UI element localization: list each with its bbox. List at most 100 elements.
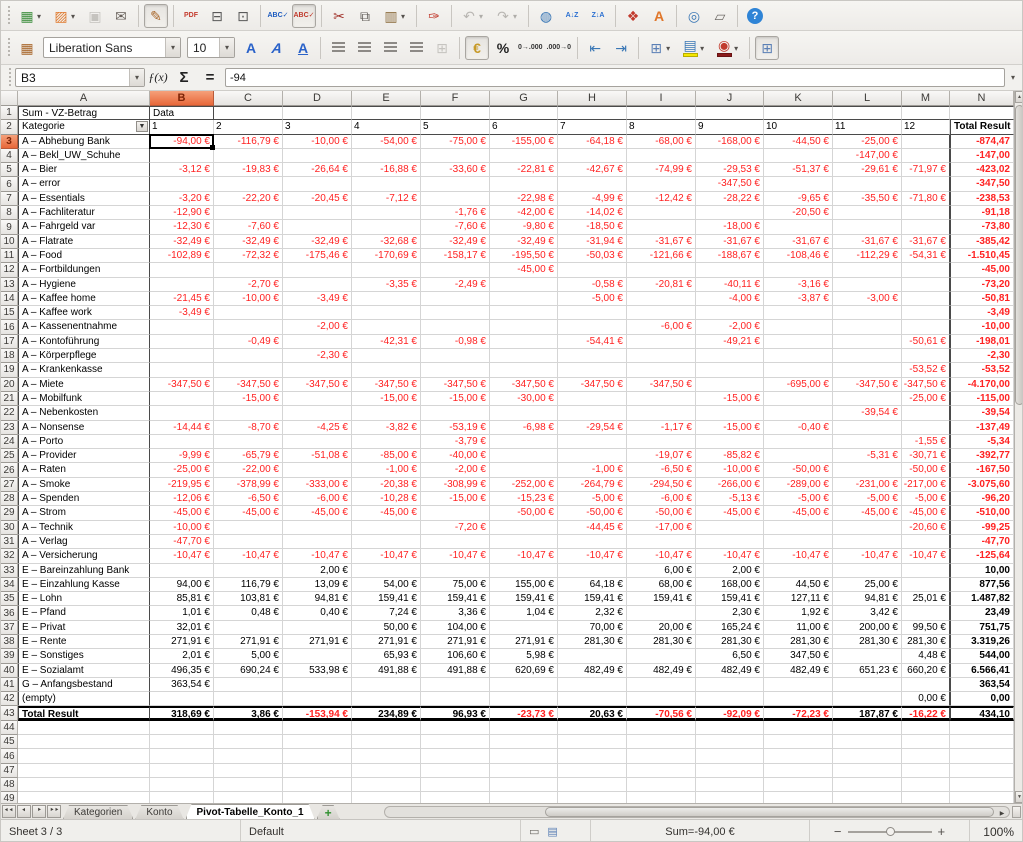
- value-cell[interactable]: [833, 421, 902, 435]
- empty-cell[interactable]: [283, 735, 352, 749]
- value-cell[interactable]: [214, 621, 283, 635]
- value-cell[interactable]: -54,41 €: [558, 335, 627, 349]
- dropdown-arrow-icon[interactable]: ▾: [401, 12, 409, 21]
- value-cell[interactable]: -9,99 €: [150, 449, 214, 463]
- value-cell[interactable]: [627, 335, 696, 349]
- value-cell[interactable]: [833, 392, 902, 406]
- value-cell[interactable]: -4,99 €: [558, 192, 627, 206]
- scroll-right-icon[interactable]: ▶: [996, 808, 1008, 818]
- value-cell[interactable]: -45,00 €: [214, 506, 283, 520]
- paste-button[interactable]: ▥▾: [379, 4, 403, 28]
- value-cell[interactable]: -347,50 €: [627, 378, 696, 392]
- percent-button[interactable]: %: [491, 36, 515, 60]
- value-cell[interactable]: -2,00 €: [696, 320, 764, 334]
- value-cell[interactable]: [696, 406, 764, 420]
- value-cell[interactable]: -15,00 €: [696, 421, 764, 435]
- cell[interactable]: [696, 106, 764, 120]
- column-header-L[interactable]: L: [833, 91, 902, 106]
- copy-button[interactable]: ⧉: [353, 4, 377, 28]
- row-header-25[interactable]: 25: [1, 449, 18, 463]
- value-cell[interactable]: -15,00 €: [214, 392, 283, 406]
- row-header-7[interactable]: 7: [1, 192, 18, 206]
- value-cell[interactable]: [696, 149, 764, 163]
- value-cell[interactable]: [627, 392, 696, 406]
- value-cell[interactable]: [627, 292, 696, 306]
- value-cell[interactable]: -347,50 €: [283, 378, 352, 392]
- value-cell[interactable]: 5,00 €: [214, 649, 283, 663]
- column-header-F[interactable]: F: [421, 91, 490, 106]
- value-cell[interactable]: -217,00 €: [902, 478, 950, 492]
- value-cell[interactable]: -10,28 €: [352, 492, 421, 506]
- total-value-cell[interactable]: -238,53: [950, 192, 1014, 206]
- empty-cell[interactable]: [764, 735, 833, 749]
- value-cell[interactable]: -219,95 €: [150, 478, 214, 492]
- value-cell[interactable]: 25,01 €: [902, 592, 950, 606]
- value-cell[interactable]: -32,49 €: [490, 235, 558, 249]
- value-cell[interactable]: -32,49 €: [283, 235, 352, 249]
- empty-cell[interactable]: [352, 792, 421, 803]
- value-cell[interactable]: 6,50 €: [696, 649, 764, 663]
- value-cell[interactable]: -347,50 €: [352, 378, 421, 392]
- value-cell[interactable]: [764, 535, 833, 549]
- row-header-18[interactable]: 18: [1, 349, 18, 363]
- horizontal-scrollbar[interactable]: ▶: [384, 806, 1010, 818]
- value-cell[interactable]: -308,99 €: [421, 478, 490, 492]
- value-cell[interactable]: -10,47 €: [421, 549, 490, 563]
- value-cell[interactable]: [558, 535, 627, 549]
- dropdown-arrow-icon[interactable]: ▾: [479, 12, 487, 21]
- increase-indent-button[interactable]: ⇥: [609, 36, 633, 60]
- row-header-22[interactable]: 22: [1, 406, 18, 420]
- empty-cell[interactable]: [18, 778, 150, 792]
- empty-cell[interactable]: [696, 735, 764, 749]
- value-cell[interactable]: -25,00 €: [902, 392, 950, 406]
- add-decimal-button[interactable]: 0→.000: [517, 36, 544, 60]
- value-cell[interactable]: -53,19 €: [421, 421, 490, 435]
- value-cell[interactable]: [214, 206, 283, 220]
- value-cell[interactable]: -10,00 €: [283, 135, 352, 149]
- value-cell[interactable]: [283, 363, 352, 377]
- value-cell[interactable]: [558, 363, 627, 377]
- category-label-cell[interactable]: A – Kaffee home: [18, 292, 150, 306]
- value-cell[interactable]: 94,00 €: [150, 578, 214, 592]
- empty-cell[interactable]: [352, 735, 421, 749]
- value-cell[interactable]: 94,81 €: [283, 592, 352, 606]
- category-label-cell[interactable]: A – Nebenkosten: [18, 406, 150, 420]
- value-cell[interactable]: -71,80 €: [902, 192, 950, 206]
- value-cell[interactable]: [283, 220, 352, 234]
- value-cell[interactable]: [490, 678, 558, 692]
- month-header-cell[interactable]: 8: [627, 120, 696, 134]
- column-header-G[interactable]: G: [490, 91, 558, 106]
- value-cell[interactable]: -44,50 €: [764, 135, 833, 149]
- value-cell[interactable]: [696, 692, 764, 706]
- value-cell[interactable]: [627, 349, 696, 363]
- empty-cell[interactable]: [352, 749, 421, 763]
- empty-cell[interactable]: [150, 792, 214, 803]
- value-cell[interactable]: [490, 306, 558, 320]
- document-status-icon[interactable]: ▤: [547, 825, 557, 838]
- value-cell[interactable]: [150, 320, 214, 334]
- category-label-cell[interactable]: A – Kontoführung: [18, 335, 150, 349]
- empty-cell[interactable]: [950, 764, 1014, 778]
- total-value-cell[interactable]: -91,18: [950, 206, 1014, 220]
- value-cell[interactable]: -2,70 €: [214, 278, 283, 292]
- value-cell[interactable]: [352, 292, 421, 306]
- total-row-value-cell[interactable]: -92,09 €: [696, 706, 764, 720]
- value-cell[interactable]: -116,79 €: [214, 135, 283, 149]
- total-value-cell[interactable]: 363,54: [950, 678, 1014, 692]
- value-cell[interactable]: 200,00 €: [833, 621, 902, 635]
- value-cell[interactable]: [833, 206, 902, 220]
- value-cell[interactable]: -10,47 €: [558, 549, 627, 563]
- value-cell[interactable]: [283, 149, 352, 163]
- value-cell[interactable]: [558, 406, 627, 420]
- row-header-13[interactable]: 13: [1, 278, 18, 292]
- category-label-cell[interactable]: A – Raten: [18, 463, 150, 477]
- value-cell[interactable]: [764, 320, 833, 334]
- value-cell[interactable]: -40,00 €: [421, 449, 490, 463]
- empty-cell[interactable]: [558, 792, 627, 803]
- value-cell[interactable]: [902, 535, 950, 549]
- value-cell[interactable]: [558, 678, 627, 692]
- value-cell[interactable]: [902, 292, 950, 306]
- empty-cell[interactable]: [490, 764, 558, 778]
- value-cell[interactable]: [833, 463, 902, 477]
- total-value-cell[interactable]: 1.487,82: [950, 592, 1014, 606]
